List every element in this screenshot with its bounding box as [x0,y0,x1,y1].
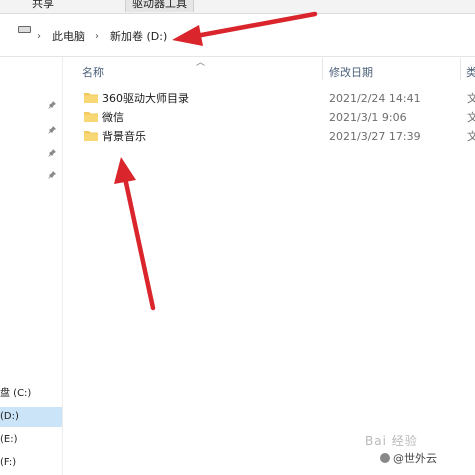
column-header-modified[interactable]: 修改日期 [329,64,373,80]
pin-icon[interactable] [47,100,57,110]
pin-icon[interactable] [47,170,57,180]
sidebar-item-drive-d[interactable]: (D:) [0,407,62,427]
file-name: 微信 [102,111,124,124]
sidebar-item-drive-e[interactable]: (E:) [0,430,62,450]
pin-icon[interactable] [47,125,57,135]
tab-drive-tools[interactable]: 驱动器工具 [125,0,194,12]
breadcrumb-separator: › [95,31,99,42]
breadcrumb-separator: › [37,31,41,42]
folder-icon [84,112,98,122]
column-header-name[interactable]: 名称 [82,64,104,80]
author-credit: @世外云 [380,450,437,466]
author-credit-text: @世外云 [393,452,437,465]
author-avatar-icon [380,453,390,463]
file-type: 文 [467,111,475,124]
address-bar[interactable]: › 此电脑 › 新加卷 (D:) [10,26,310,48]
file-modified-date: 2021/2/24 14:41 [329,92,421,105]
column-divider[interactable] [460,58,461,80]
column-header-type[interactable]: 类 [466,64,475,80]
file-name: 360驱动大师目录 [102,92,189,105]
breadcrumb-new-volume-d[interactable]: 新加卷 (D:) [110,26,167,48]
sidebar-item-drive-c[interactable]: 盘 (C:) [0,384,62,404]
file-row[interactable]: 背景音乐 2021/3/27 17:39 文 [80,127,475,146]
navigation-pane: 盘 (C:) (D:) (E:) (F:) [0,57,63,475]
arrow-to-files [114,157,156,311]
ribbon-tabs: 共享 驱动器工具 [0,0,475,14]
sort-ascending-icon: ︿ [196,58,206,68]
file-name: 背景音乐 [102,130,146,143]
pc-drive-icon [18,26,31,33]
watermark: Bai 经验 [365,434,418,448]
folder-icon [84,131,98,141]
column-divider[interactable] [322,58,323,80]
file-row[interactable]: 微信 2021/3/1 9:06 文 [80,108,475,127]
file-type: 文 [467,130,475,143]
folder-icon [84,93,98,103]
annotation-arrows [114,11,318,311]
sidebar-item-drive-f[interactable]: (F:) [0,453,62,473]
file-modified-date: 2021/3/1 9:06 [329,111,407,124]
file-type: 文 [467,92,475,105]
pin-icon[interactable] [47,148,57,158]
tab-share[interactable]: 共享 [26,0,60,12]
breadcrumb-this-pc[interactable]: 此电脑 [52,26,85,48]
file-row[interactable]: 360驱动大师目录 2021/2/24 14:41 文 [80,89,475,108]
navigation-bar: › 此电脑 › 新加卷 (D:) [0,14,475,57]
file-modified-date: 2021/3/27 17:39 [329,130,421,143]
